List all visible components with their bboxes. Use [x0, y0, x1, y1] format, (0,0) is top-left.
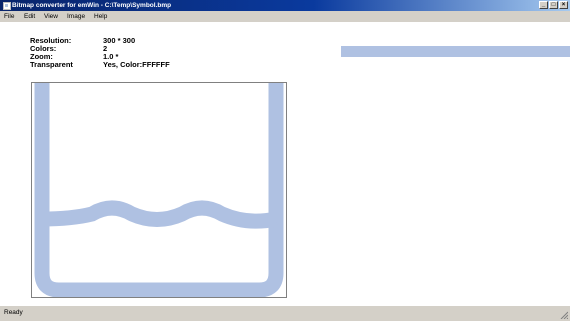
- wave-line: [41, 200, 278, 229]
- menu-help[interactable]: Help: [92, 11, 109, 22]
- status-bar: Ready: [0, 305, 570, 321]
- close-button[interactable]: ×: [559, 1, 568, 9]
- status-text: Ready: [4, 309, 23, 316]
- window-title: Bitmap converter for emWin - C:\Temp\Sym…: [12, 2, 172, 9]
- menu-file[interactable]: File: [2, 11, 16, 22]
- title-bar: Bitmap converter for emWin - C:\Temp\Sym…: [0, 0, 570, 11]
- transparent-value: Yes, Color:FFFFFF: [103, 60, 170, 69]
- maximize-button[interactable]: □: [549, 1, 558, 9]
- menu-edit[interactable]: Edit: [22, 11, 37, 22]
- container-outline: [34, 83, 284, 297]
- window-controls: _ □ ×: [539, 1, 568, 10]
- app-icon[interactable]: [3, 2, 11, 10]
- resolution-value: 300 * 300: [103, 36, 136, 45]
- menu-image[interactable]: Image: [65, 11, 87, 22]
- bitmap-image: [34, 83, 284, 297]
- minimize-button[interactable]: _: [539, 1, 548, 9]
- bitmap-preview[interactable]: [31, 82, 287, 298]
- resize-grip-icon[interactable]: [560, 311, 568, 319]
- menu-view[interactable]: View: [42, 11, 60, 22]
- menu-bar: File Edit View Image Help: [0, 11, 570, 22]
- palette-color-bar: [341, 46, 570, 57]
- transparent-label: Transparent: [30, 60, 73, 69]
